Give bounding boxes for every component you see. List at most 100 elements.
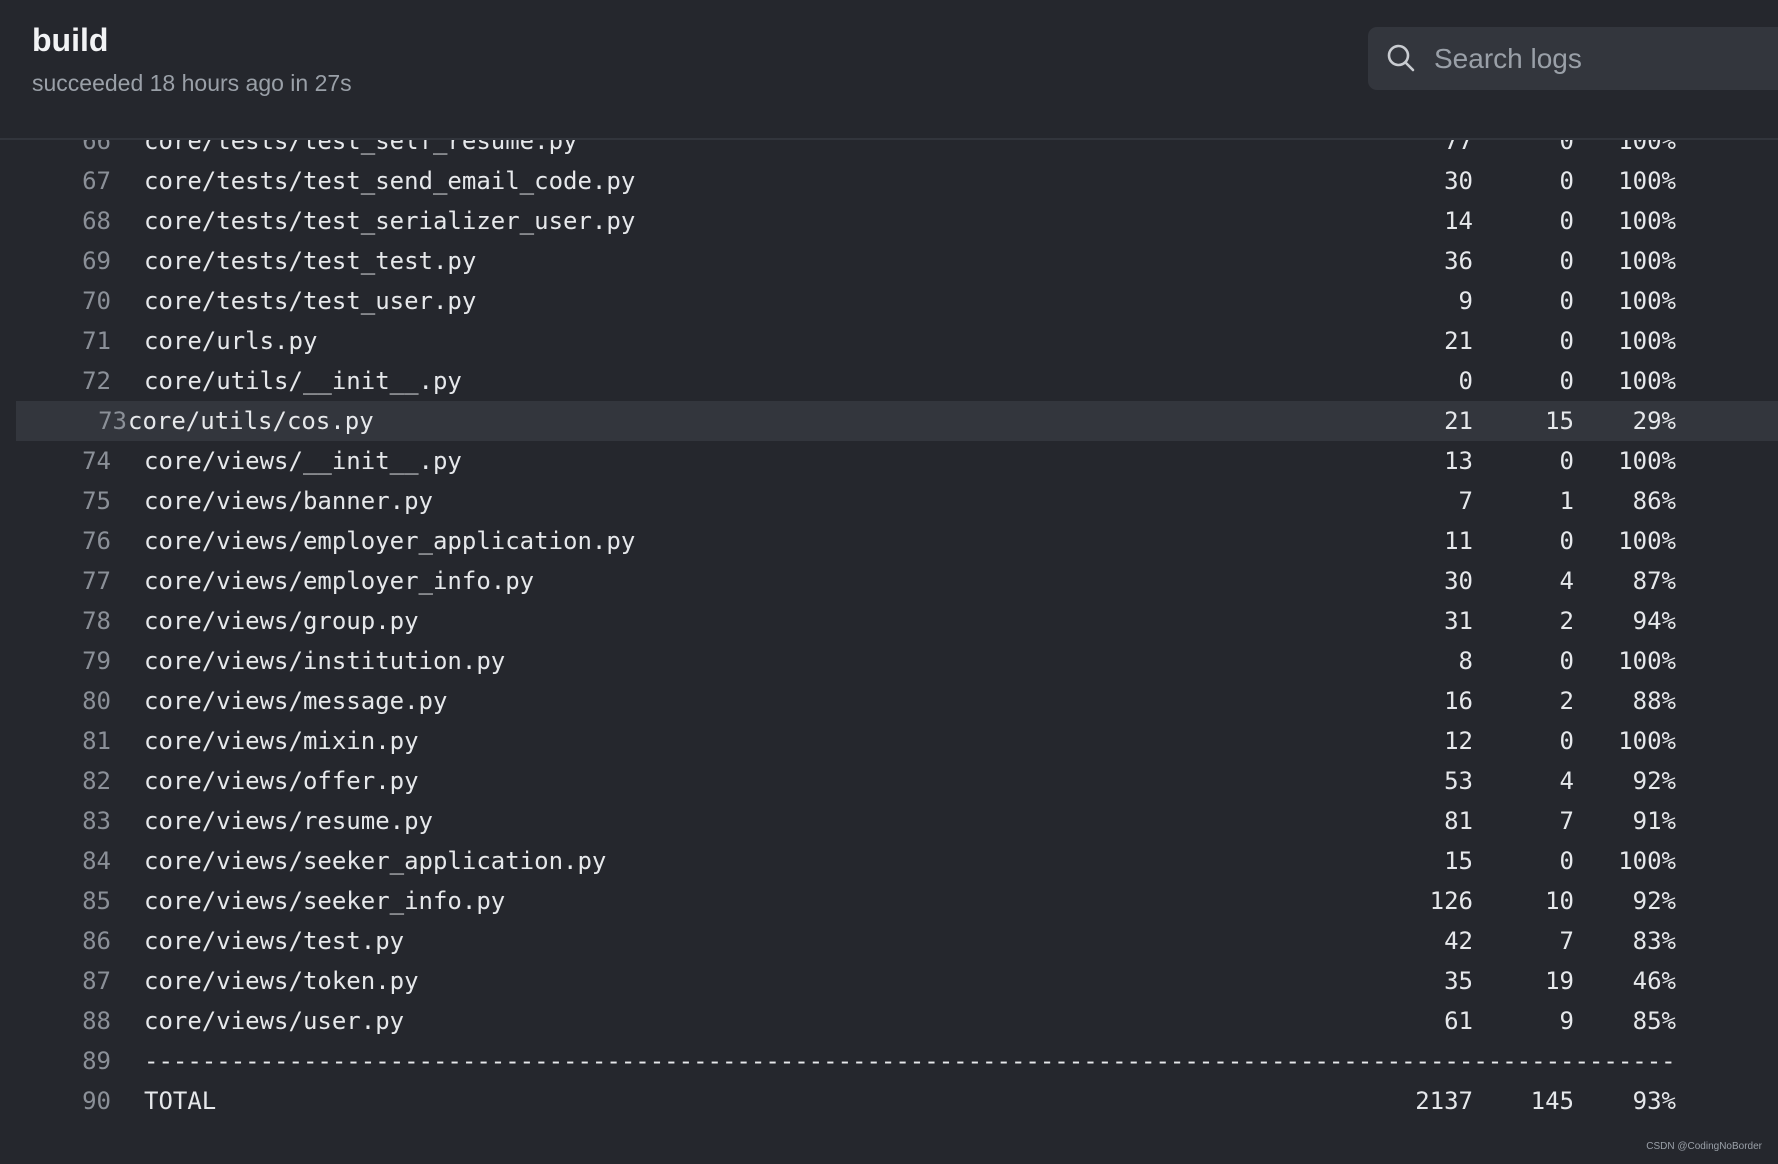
log-line[interactable]: 73 core/utils/cos.py 21 15 29% <box>16 401 1778 441</box>
coverage: 92% <box>1632 767 1676 795</box>
missed: 0 <box>1559 207 1574 235</box>
log-line[interactable]: 79 core/views/institution.py 8 0 100% <box>0 641 1778 681</box>
missed: 0 <box>1559 647 1574 675</box>
missed: 19 <box>1545 967 1574 995</box>
missed: 0 <box>1559 527 1574 555</box>
statements: 81 <box>1444 807 1473 835</box>
coverage: 100% <box>1618 447 1676 475</box>
log-line[interactable]: 81 core/views/mixin.py 12 0 100% <box>0 721 1778 761</box>
statements: 30 <box>1444 567 1473 595</box>
file-path: core/views/banner.py <box>144 487 433 515</box>
line-number: 81 <box>82 727 111 755</box>
statements: 11 <box>1444 527 1473 555</box>
log-line[interactable]: 74 core/views/__init__.py 13 0 100% <box>0 441 1778 481</box>
file-path: core/tests/test_user.py <box>144 287 477 315</box>
statements: 36 <box>1444 247 1473 275</box>
coverage: 87% <box>1632 567 1676 595</box>
file-path: core/utils/__init__.py <box>144 367 462 395</box>
log-line[interactable]: 87 core/views/token.py 35 19 46% <box>0 961 1778 1001</box>
job-title: build <box>32 22 109 58</box>
coverage: 85% <box>1632 1007 1676 1035</box>
log-line[interactable]: 71 core/urls.py 21 0 100% <box>0 321 1778 361</box>
file-path: core/views/group.py <box>144 607 419 635</box>
missed: 7 <box>1559 927 1574 955</box>
missed: 7 <box>1559 807 1574 835</box>
coverage: 88% <box>1632 687 1676 715</box>
line-number: 70 <box>82 287 111 315</box>
statements: 16 <box>1444 687 1473 715</box>
log-line[interactable]: 86 core/views/test.py 42 7 83% <box>0 921 1778 961</box>
file-path: core/views/seeker_info.py <box>144 887 506 915</box>
line-number: 73 <box>98 407 127 435</box>
file-path: core/tests/test_serializer_user.py <box>144 207 636 235</box>
statements: 53 <box>1444 767 1473 795</box>
file-path: core/urls.py <box>144 327 318 355</box>
log-line[interactable]: 67 core/tests/test_send_email_code.py 30 0 1… <box>0 161 1778 201</box>
file-path: core/views/resume.py <box>144 807 433 835</box>
log-line[interactable]: 83 core/views/resume.py 81 7 91% <box>0 801 1778 841</box>
log-line-separator[interactable]: 89 --------------------------------------… <box>0 1041 1778 1081</box>
total-coverage: 93% <box>1632 1087 1676 1115</box>
line-number: 72 <box>82 367 111 395</box>
line-number: 74 <box>82 447 111 475</box>
statements: 7 <box>1458 487 1473 515</box>
statements: 12 <box>1444 727 1473 755</box>
missed: 0 <box>1559 847 1574 875</box>
line-number: 82 <box>82 767 111 795</box>
coverage: 100% <box>1618 247 1676 275</box>
missed: 0 <box>1559 447 1574 475</box>
coverage: 100% <box>1618 647 1676 675</box>
search-logs-box[interactable] <box>1368 27 1778 90</box>
coverage: 29% <box>1632 407 1676 435</box>
statements: 8 <box>1458 647 1473 675</box>
line-number: 76 <box>82 527 111 555</box>
log-line[interactable]: 68 core/tests/test_serializer_user.py 14 0 1… <box>0 201 1778 241</box>
coverage: 100% <box>1618 847 1676 875</box>
log-line[interactable]: 77 core/views/employer_info.py 30 4 87% <box>0 561 1778 601</box>
line-number: 68 <box>82 207 111 235</box>
missed: 0 <box>1559 367 1574 395</box>
statements: 126 <box>1429 887 1473 915</box>
coverage: 83% <box>1632 927 1676 955</box>
line-number: 75 <box>82 487 111 515</box>
coverage: 100% <box>1618 327 1676 355</box>
line-number: 79 <box>82 647 111 675</box>
search-logs-input[interactable] <box>1432 37 1776 81</box>
log-line[interactable]: 76 core/views/employer_application.py 11 0 1… <box>0 521 1778 561</box>
log-line[interactable]: 88 core/views/user.py 61 9 85% <box>0 1001 1778 1041</box>
line-number: 90 <box>82 1087 111 1115</box>
log-line[interactable]: 75 core/views/banner.py 7 1 86% <box>0 481 1778 521</box>
file-path: core/views/employer_application.py <box>144 527 636 555</box>
file-path: core/views/employer_info.py <box>144 567 535 595</box>
watermark: CSDN @CodingNoBorder <box>1646 1141 1762 1152</box>
statements: 35 <box>1444 967 1473 995</box>
line-number: 77 <box>82 567 111 595</box>
total-missed: 145 <box>1530 1087 1574 1115</box>
log-line[interactable]: 69 core/tests/test_test.py 36 0 100% <box>0 241 1778 281</box>
log-line[interactable]: 72 core/utils/__init__.py 0 0 100% <box>0 361 1778 401</box>
total-statements: 2137 <box>1415 1087 1473 1115</box>
coverage: 94% <box>1632 607 1676 635</box>
file-path: core/views/offer.py <box>144 767 419 795</box>
missed: 10 <box>1545 887 1574 915</box>
statements: 21 <box>1444 407 1473 435</box>
log-line[interactable]: 70 core/tests/test_user.py 9 0 100% <box>0 281 1778 321</box>
log-line[interactable]: 82 core/views/offer.py 53 4 92% <box>0 761 1778 801</box>
line-number: 86 <box>82 927 111 955</box>
log-line[interactable]: 80 core/views/message.py 16 2 88% <box>0 681 1778 721</box>
missed: 4 <box>1559 567 1574 595</box>
line-number: 80 <box>82 687 111 715</box>
missed: 1 <box>1559 487 1574 515</box>
coverage: 92% <box>1632 887 1676 915</box>
log-line-total[interactable]: 90 TOTAL 2137 145 93% <box>0 1081 1778 1121</box>
line-number: 83 <box>82 807 111 835</box>
line-number: 88 <box>82 1007 111 1035</box>
file-path: core/views/__init__.py <box>144 447 462 475</box>
missed: 4 <box>1559 767 1574 795</box>
log-line[interactable]: 85 core/views/seeker_info.py 126 10 92% <box>0 881 1778 921</box>
missed: 0 <box>1559 247 1574 275</box>
log-line[interactable]: 78 core/views/group.py 31 2 94% <box>0 601 1778 641</box>
statements: 14 <box>1444 207 1473 235</box>
line-number: 67 <box>82 167 111 195</box>
log-line[interactable]: 84 core/views/seeker_application.py 15 0 100… <box>0 841 1778 881</box>
